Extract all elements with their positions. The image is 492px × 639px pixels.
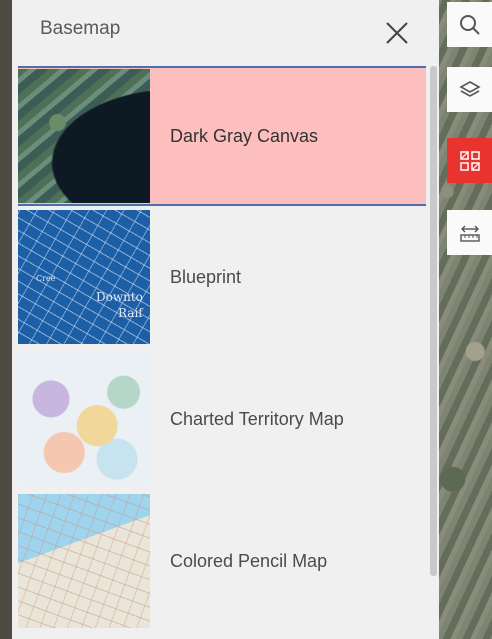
layers-button[interactable] <box>447 67 492 112</box>
basemap-item-colored-pencil[interactable]: Colored Pencil Map <box>18 490 426 632</box>
basemap-item-blueprint[interactable]: Downto Raif Cree Blueprint <box>18 206 426 348</box>
basemap-item-label: Colored Pencil Map <box>170 550 328 571</box>
basemap-item-charted-territory[interactable]: Charted Territory Map <box>18 348 426 490</box>
thumbnail-blueprint: Downto Raif Cree <box>18 210 150 344</box>
thumbnail-charted-territory <box>18 352 150 486</box>
select-button[interactable] <box>447 138 492 183</box>
thumbnail-dark-gray-canvas <box>18 69 150 203</box>
close-icon <box>386 22 408 44</box>
thumb-text: Downto <box>96 290 143 304</box>
close-button[interactable] <box>382 14 412 48</box>
basemap-item-label: Dark Gray Canvas <box>170 125 319 146</box>
basemap-item-dark-gray-canvas[interactable]: Dark Gray Canvas <box>18 66 426 206</box>
search-button[interactable] <box>447 2 492 47</box>
basemap-item-label: Blueprint <box>170 266 242 287</box>
thumb-text: Raif <box>118 306 143 320</box>
basemap-list: Dark Gray Canvas Downto Raif Cree Bluepr… <box>18 66 426 632</box>
panel-title: Basemap <box>40 18 121 39</box>
basemap-panel: Basemap Dark Gray Canvas Downto Raif Cre… <box>12 0 439 639</box>
thumb-text: Cree <box>36 274 56 283</box>
thumbnail-colored-pencil <box>18 494 150 628</box>
scrollbar[interactable] <box>430 66 437 576</box>
search-icon <box>459 14 480 35</box>
qr-select-icon <box>459 150 480 171</box>
panel-header: Basemap <box>12 0 439 66</box>
map-edge <box>0 0 12 639</box>
measure-icon <box>459 225 480 242</box>
basemap-item-label: Charted Territory Map <box>170 408 344 429</box>
layers-icon <box>458 80 481 97</box>
measure-button[interactable] <box>447 210 492 255</box>
